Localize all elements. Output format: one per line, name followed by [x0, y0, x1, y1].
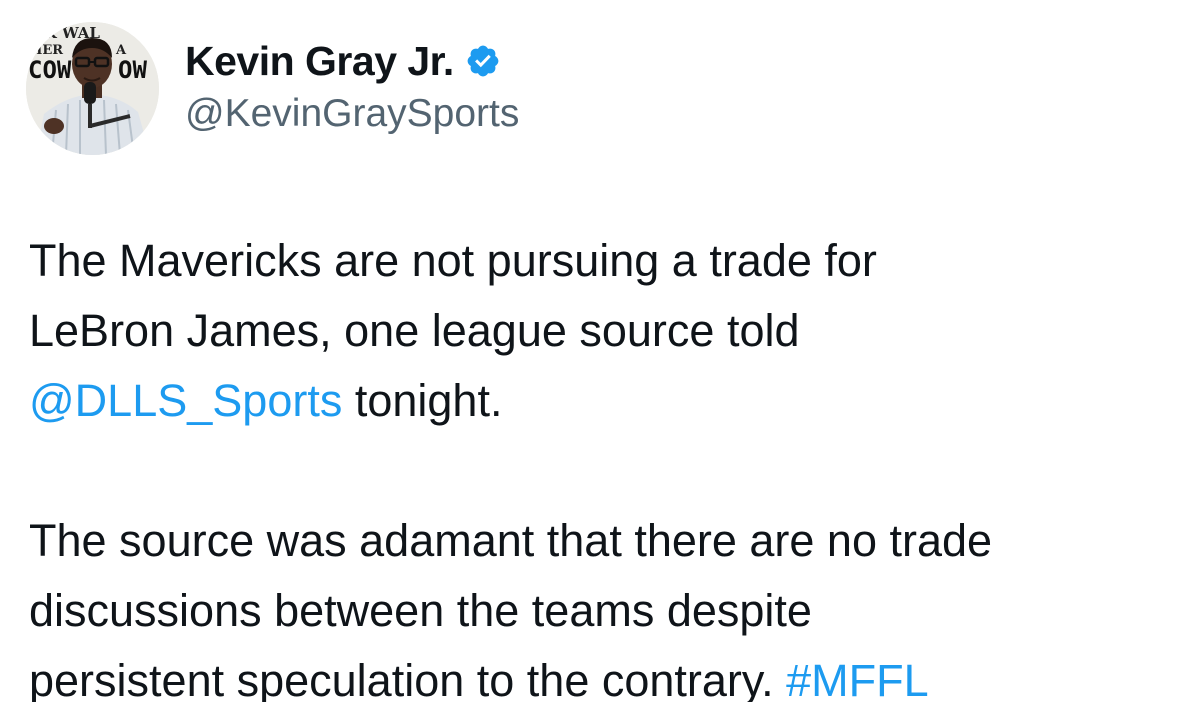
tweet-line: tonight.	[342, 375, 503, 426]
tweet-text: The Mavericks are not pursuing a trade f…	[29, 226, 1169, 702]
mention-link[interactable]: @DLLS_Sports	[29, 375, 342, 426]
hashtag-link[interactable]: #MFFL	[786, 655, 929, 702]
author-name-row: Kevin Gray Jr.	[185, 36, 501, 86]
verified-badge-icon	[465, 43, 501, 79]
tweet-paragraph-2: The source was adamant that there are no…	[29, 506, 1169, 702]
tweet-paragraph-1: The Mavericks are not pursuing a trade f…	[29, 226, 1169, 436]
tweet-line: The source was adamant that there are no…	[29, 515, 993, 566]
tweet-line: LeBron James, one league source told	[29, 305, 800, 356]
tweet-line: persistent speculation to the contrary.	[29, 655, 787, 702]
tweet-card: AK WAL MER A COW OW Kevin Gray Jr. @Kevi…	[0, 0, 1179, 702]
tweet-line: discussions between the teams despite	[29, 585, 812, 636]
avatar-sign-line3b: OW	[118, 56, 147, 84]
avatar-sign-line3: COW	[28, 56, 72, 84]
author-handle[interactable]: @KevinGraySports	[185, 90, 519, 138]
author-display-name[interactable]: Kevin Gray Jr.	[185, 36, 454, 86]
avatar[interactable]: AK WAL MER A COW OW	[26, 22, 159, 155]
tweet-line: The Mavericks are not pursuing a trade f…	[29, 235, 877, 286]
avatar-image: AK WAL MER A COW OW	[26, 22, 159, 155]
